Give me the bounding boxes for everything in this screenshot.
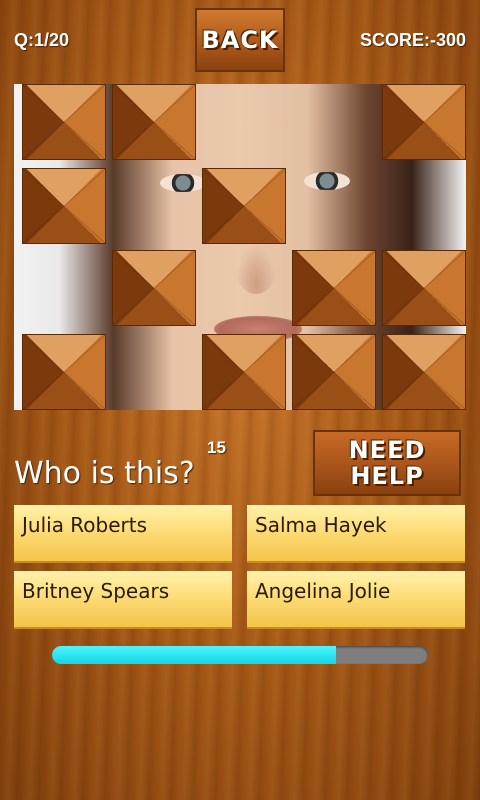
need-help-button[interactable]: NEED HELP bbox=[313, 430, 461, 496]
time-progress-bar bbox=[52, 646, 428, 664]
right-eye-detail bbox=[304, 172, 350, 190]
cover-tile bbox=[112, 84, 196, 160]
cover-tile bbox=[22, 168, 106, 244]
answer-button-britney-spears[interactable]: Britney Spears bbox=[14, 571, 232, 629]
cover-tile bbox=[202, 168, 286, 244]
answer-button-angelina-jolie[interactable]: Angelina Jolie bbox=[247, 571, 465, 629]
help-label-line1: NEED bbox=[348, 436, 426, 464]
cover-tile bbox=[292, 334, 376, 410]
left-eye-detail bbox=[160, 174, 206, 192]
answer-button-julia-roberts[interactable]: Julia Roberts bbox=[14, 505, 232, 563]
celebrity-photo bbox=[14, 84, 466, 410]
cover-tile bbox=[202, 334, 286, 410]
cover-tile bbox=[382, 250, 466, 326]
countdown-timer: 15 bbox=[207, 438, 226, 457]
back-button[interactable]: BACK bbox=[195, 8, 285, 72]
question-text: Who is this? bbox=[14, 456, 195, 491]
top-bar: Q:1/20 BACK SCORE:-300 bbox=[0, 0, 480, 80]
cover-tile bbox=[382, 84, 466, 160]
score-display: SCORE:-300 bbox=[359, 30, 466, 50]
question-counter: Q:1/20 bbox=[14, 30, 70, 50]
cover-tile bbox=[22, 334, 106, 410]
help-label-line2: HELP bbox=[350, 462, 424, 490]
cover-tile bbox=[292, 250, 376, 326]
time-progress-fill bbox=[52, 646, 336, 664]
cover-tile bbox=[112, 250, 196, 326]
cover-tile bbox=[382, 334, 466, 410]
nose-detail bbox=[236, 244, 276, 294]
cover-tile bbox=[22, 84, 106, 160]
answer-button-salma-hayek[interactable]: Salma Hayek bbox=[247, 505, 465, 563]
